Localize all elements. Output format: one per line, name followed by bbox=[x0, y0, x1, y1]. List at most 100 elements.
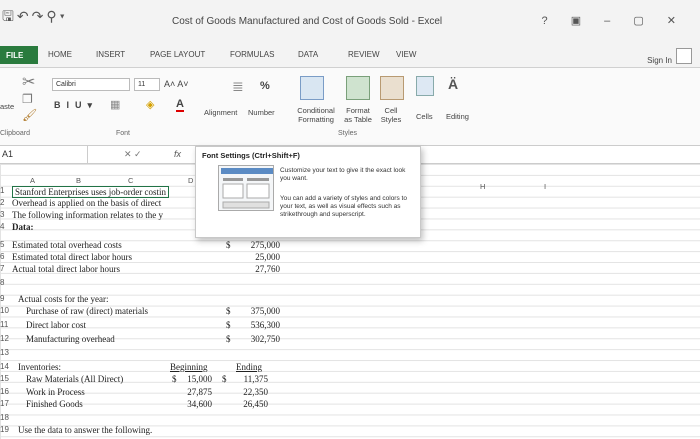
cell-a6[interactable]: Estimated total direct labor hours bbox=[12, 252, 132, 262]
conditional-formatting-icon[interactable] bbox=[300, 76, 324, 100]
cell-a9[interactable]: Actual costs for the year: bbox=[18, 294, 108, 304]
quick-access-toolbar[interactable]: 🖫↶↷⚲▾ bbox=[2, 6, 68, 30]
value-wip-ending[interactable]: 22,350 bbox=[236, 387, 268, 397]
cell-a3[interactable]: The following information relates to the… bbox=[12, 210, 163, 220]
number-button[interactable]: Number bbox=[248, 108, 275, 117]
col-d-header[interactable]: D bbox=[188, 176, 193, 186]
row-number[interactable]: 19 bbox=[0, 425, 12, 434]
cell-a7[interactable]: Actual total direct labor hours bbox=[12, 264, 120, 274]
font-group-label: Font bbox=[116, 130, 131, 137]
value-raw-materials-purchase[interactable]: 375,000 bbox=[240, 306, 280, 316]
value-rm-ending[interactable]: 11,375 bbox=[236, 374, 268, 384]
sign-in-link[interactable]: Sign In bbox=[647, 56, 672, 65]
name-box[interactable]: A1 bbox=[0, 146, 88, 164]
col-h-header[interactable]: H bbox=[480, 182, 485, 192]
font-grow-shrink[interactable]: A˄ A˅ bbox=[164, 79, 189, 89]
col-b-header[interactable]: B bbox=[76, 176, 81, 186]
conditional-formatting-button[interactable]: Conditional Formatting bbox=[288, 106, 344, 124]
editing-icon[interactable]: Ä bbox=[448, 76, 458, 92]
value-rm-beginning[interactable]: 15,000 bbox=[180, 374, 212, 384]
tab-formulas[interactable]: FORMULAS bbox=[230, 50, 274, 59]
cancel-check-icons[interactable]: ✕ ✓ bbox=[124, 149, 142, 160]
col-i-header[interactable]: I bbox=[544, 182, 546, 192]
cell-a16[interactable]: Work in Process bbox=[26, 387, 85, 397]
header-beginning[interactable]: Beginning bbox=[170, 362, 208, 372]
format-painter-icon[interactable]: 🖌 bbox=[22, 108, 37, 122]
value-fg-beginning[interactable]: 34,600 bbox=[180, 399, 212, 409]
copy-icon[interactable]: ❐ bbox=[22, 92, 33, 106]
tab-home[interactable]: HOME bbox=[48, 50, 72, 59]
cell-a11[interactable]: Direct labor cost bbox=[26, 320, 86, 330]
tab-data[interactable]: DATA bbox=[298, 50, 318, 59]
row-number[interactable]: 8 bbox=[0, 278, 12, 287]
user-icon[interactable] bbox=[676, 48, 692, 64]
cell-a4[interactable]: Data: bbox=[12, 222, 34, 232]
window-controls[interactable]: ? ▣ – ▢ ✕ bbox=[542, 14, 686, 27]
row-number[interactable]: 10 bbox=[0, 306, 12, 315]
cell-a15[interactable]: Raw Materials (All Direct) bbox=[26, 374, 123, 384]
row-number[interactable]: 13 bbox=[0, 348, 12, 357]
row-number[interactable]: 3 bbox=[0, 210, 12, 219]
value-direct-labor-cost[interactable]: 536,300 bbox=[240, 320, 280, 330]
cell-a14[interactable]: Inventories: bbox=[18, 362, 61, 372]
cell-a10[interactable]: Purchase of raw (direct) materials bbox=[26, 306, 148, 316]
value-wip-beginning[interactable]: 27,875 bbox=[180, 387, 212, 397]
font-name-box[interactable]: Calibri bbox=[52, 78, 130, 91]
row-number[interactable]: 16 bbox=[0, 387, 12, 396]
alignment-icon[interactable]: ≣ bbox=[232, 78, 244, 95]
value-mfg-overhead[interactable]: 302,750 bbox=[240, 334, 280, 344]
tab-insert[interactable]: INSERT bbox=[96, 50, 125, 59]
paste-button[interactable]: aste bbox=[0, 102, 14, 111]
cell-a19[interactable]: Use the data to answer the following. bbox=[18, 425, 152, 435]
row-number[interactable]: 11 bbox=[0, 320, 12, 329]
cell-styles-button[interactable]: Cell Styles bbox=[376, 106, 406, 124]
format-as-table-icon[interactable] bbox=[346, 76, 370, 100]
row-number[interactable]: 14 bbox=[0, 362, 12, 371]
dollar-sign: $ bbox=[222, 374, 227, 384]
cell-a2[interactable]: Overhead is applied on the basis of dire… bbox=[12, 198, 161, 208]
row-number[interactable]: 12 bbox=[0, 334, 12, 343]
row-number[interactable]: 17 bbox=[0, 399, 12, 408]
tab-page-layout[interactable]: PAGE LAYOUT bbox=[150, 50, 205, 59]
value-fg-ending[interactable]: 26,450 bbox=[236, 399, 268, 409]
row-number[interactable]: 6 bbox=[0, 252, 12, 261]
tab-view[interactable]: VIEW bbox=[396, 50, 416, 59]
col-c-header[interactable]: C bbox=[128, 176, 133, 186]
header-ending[interactable]: Ending bbox=[236, 362, 262, 372]
row-number[interactable]: 9 bbox=[0, 294, 12, 303]
cells-icon[interactable] bbox=[416, 76, 434, 96]
title-bar: 🖫↶↷⚲▾ Cost of Goods Manufactured and Cos… bbox=[0, 0, 700, 42]
editing-button[interactable]: Editing bbox=[446, 112, 469, 121]
bold-italic-underline[interactable]: BIU▾ bbox=[54, 100, 98, 111]
tab-file[interactable]: FILE bbox=[0, 46, 38, 64]
font-dialog-preview-icon bbox=[218, 165, 274, 211]
fill-color-icon[interactable]: ◈ bbox=[146, 98, 154, 111]
row-number[interactable]: 18 bbox=[0, 413, 12, 422]
cell-a12[interactable]: Manufacturing overhead bbox=[26, 334, 115, 344]
row-number[interactable]: 4 bbox=[0, 222, 12, 231]
cell-a17[interactable]: Finished Goods bbox=[26, 399, 83, 409]
row-number[interactable]: 5 bbox=[0, 240, 12, 249]
row-number[interactable]: 7 bbox=[0, 264, 12, 273]
percent-icon[interactable]: % bbox=[260, 80, 270, 92]
row-number[interactable]: 1 bbox=[0, 186, 12, 195]
cells-button[interactable]: Cells bbox=[416, 112, 433, 121]
cell-styles-icon[interactable] bbox=[380, 76, 404, 100]
font-dialog-preview-svg bbox=[221, 168, 273, 209]
cut-icon[interactable]: ✂ bbox=[22, 72, 35, 92]
row-number[interactable]: 2 bbox=[0, 198, 12, 207]
value-actual-dlh[interactable]: 27,760 bbox=[240, 264, 280, 274]
cell-a1[interactable]: Stanford Enterprises uses job-order cost… bbox=[12, 186, 169, 198]
cell-a5[interactable]: Estimated total overhead costs bbox=[12, 240, 122, 250]
col-a-header[interactable]: A bbox=[30, 176, 35, 186]
borders-icon[interactable]: ▦ bbox=[110, 98, 120, 111]
tab-review[interactable]: REVIEW bbox=[348, 50, 380, 59]
alignment-button[interactable]: Alignment bbox=[204, 108, 237, 117]
fx-label[interactable]: fx bbox=[174, 149, 181, 159]
value-est-dlh[interactable]: 25,000 bbox=[240, 252, 280, 262]
font-size-box[interactable]: 11 bbox=[134, 78, 160, 91]
font-color-icon[interactable]: A bbox=[176, 98, 184, 112]
value-est-overhead[interactable]: 275,000 bbox=[240, 240, 280, 250]
row-number[interactable]: 15 bbox=[0, 374, 12, 383]
format-as-table-button[interactable]: Format as Table bbox=[342, 106, 374, 124]
